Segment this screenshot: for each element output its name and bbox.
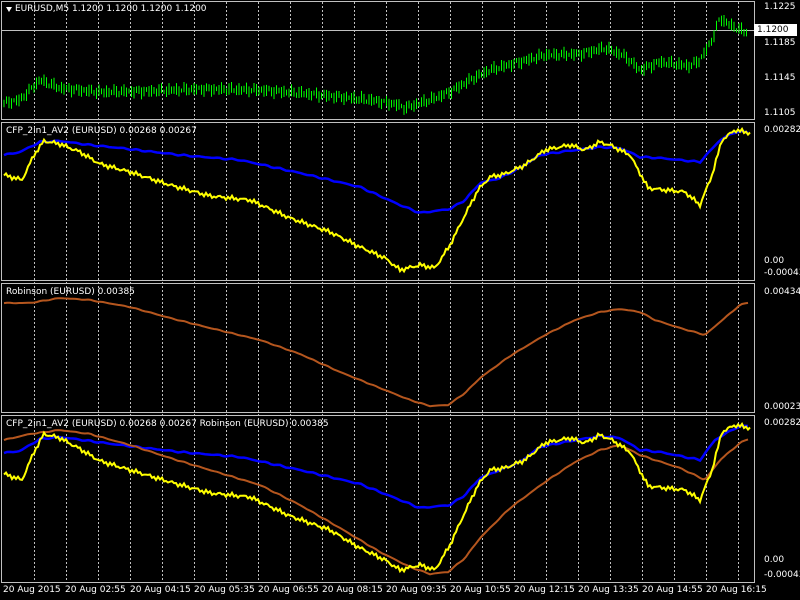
chart-canvas[interactable] bbox=[0, 0, 800, 600]
price-label: 1.1225 bbox=[764, 2, 796, 12]
indicator2-axis-top: 0.00434 bbox=[764, 287, 800, 297]
time-label: 20 Aug 16:15 bbox=[706, 585, 767, 595]
indicator1-yellow-line bbox=[3, 126, 751, 274]
current-price-box: 1.1200 bbox=[754, 24, 797, 36]
price-label: 1.1105 bbox=[764, 108, 796, 118]
price-label: 1.1145 bbox=[764, 73, 796, 83]
indicator3-axis-top: 0.00282 bbox=[764, 418, 800, 428]
time-label: 20 Aug 13:35 bbox=[578, 585, 639, 595]
indicator1-title: CFP_2in1_AV2 (EURUSD) 0.00268 0.00267 bbox=[6, 126, 197, 136]
price-label: 1.1185 bbox=[764, 38, 796, 48]
time-label: 20 Aug 08:15 bbox=[322, 585, 383, 595]
indicator1-axis-bottom: -0.00043 bbox=[764, 268, 800, 278]
time-label: 20 Aug 12:15 bbox=[514, 585, 575, 595]
time-label: 20 Aug 09:35 bbox=[386, 585, 447, 595]
time-label: 20 Aug 02:55 bbox=[65, 585, 126, 595]
time-label: 20 Aug 10:55 bbox=[450, 585, 511, 595]
time-label: 20 Aug 2015 bbox=[3, 585, 61, 595]
time-label: 20 Aug 14:55 bbox=[642, 585, 703, 595]
indicator1-axis-top: 0.00282 bbox=[764, 125, 800, 135]
indicator2-panel-frame bbox=[1, 283, 755, 413]
main-panel-title: EURUSD,M5 1.1200 1.1200 1.1200 1.1200 bbox=[15, 4, 207, 14]
indicator3-title: CFP_2in1_AV2 (EURUSD) 0.00268 0.00267 Ro… bbox=[6, 419, 329, 429]
indicator1-axis-zero: 0.00 bbox=[764, 256, 785, 266]
indicator2-axis-bottom: 0.00023 bbox=[764, 402, 800, 412]
robinson-line bbox=[3, 297, 749, 408]
indicator3-axis-zero: 0.00 bbox=[764, 555, 785, 565]
indicator2-title: Robinson (EURUSD) 0.00385 bbox=[6, 287, 135, 297]
indicator3-axis-bottom: -0.00043 bbox=[764, 570, 800, 580]
main-panel-frame bbox=[1, 1, 755, 120]
indicator1-blue-line bbox=[3, 129, 749, 214]
time-label: 20 Aug 04:15 bbox=[130, 585, 191, 595]
price-candles bbox=[3, 15, 747, 115]
symbol-menu-triangle-icon[interactable] bbox=[6, 7, 12, 12]
time-label: 20 Aug 06:55 bbox=[258, 585, 319, 595]
time-label: 20 Aug 05:35 bbox=[194, 585, 255, 595]
